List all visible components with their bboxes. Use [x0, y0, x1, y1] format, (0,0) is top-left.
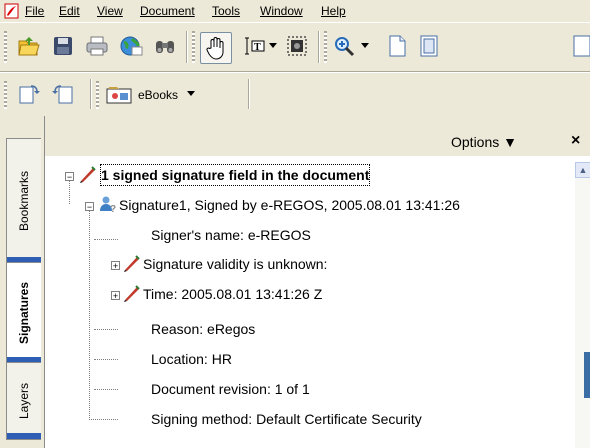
signatures-panel: Options ▼ × − 1 signed signature field i… — [44, 116, 590, 448]
hand-tool-icon[interactable] — [200, 32, 232, 64]
menu-tools[interactable]: Tools — [212, 4, 240, 18]
tree-root-label[interactable]: 1 signed signature field in the document — [99, 164, 371, 186]
menu-file[interactable]: File — [25, 4, 44, 18]
menu-edit[interactable]: Edit — [59, 4, 80, 18]
main-toolbar: T — [0, 22, 590, 72]
toolbar-grip[interactable] — [96, 81, 99, 109]
expand-toggle[interactable]: + — [111, 261, 120, 271]
toolbar-grip[interactable] — [192, 31, 195, 63]
signature-location: Location: HR — [151, 351, 232, 367]
signature-reason: Reason: eRegos — [151, 321, 256, 337]
scroll-up-icon[interactable]: ▲ — [575, 162, 590, 178]
close-panel-button[interactable]: × — [571, 132, 580, 150]
signature-user-icon: ? — [100, 196, 116, 213]
svg-text:?: ? — [110, 204, 116, 213]
signer-name: Signer's name: e-REGOS — [151, 227, 311, 243]
collapse-toggle[interactable]: − — [85, 202, 94, 212]
toolbar-separator — [186, 31, 188, 63]
adobe-reader-icon — [4, 3, 19, 19]
print-icon[interactable] — [84, 33, 110, 59]
vertical-scrollbar[interactable]: ▲ — [575, 162, 590, 448]
tree-connector — [89, 206, 90, 418]
document-revision: Document revision: 1 of 1 — [151, 381, 310, 397]
toolbar-grip[interactable] — [324, 31, 327, 63]
tab-layers[interactable]: Layers — [6, 362, 41, 440]
search-binoculars-icon[interactable] — [152, 33, 178, 59]
collapse-toggle[interactable]: − — [65, 172, 74, 182]
tree-connector — [94, 239, 118, 240]
rotate-left-icon[interactable] — [50, 81, 76, 107]
options-menu-button[interactable]: Options ▼ — [451, 134, 517, 150]
toolbar-separator — [318, 31, 320, 63]
menu-bar: File Edit View Document Tools Window Hel… — [0, 0, 590, 22]
background-window-edge — [584, 352, 590, 398]
expand-toggle[interactable]: + — [111, 291, 120, 301]
menu-help[interactable]: Help — [321, 4, 346, 18]
signature-tree: − 1 signed signature field in the docume… — [55, 162, 590, 448]
panel-header: Options ▼ × — [45, 116, 590, 156]
tree-connector — [94, 389, 118, 390]
fit-width-icon[interactable] — [572, 33, 590, 59]
menu-window[interactable]: Window — [260, 4, 303, 18]
ebooks-icon[interactable] — [106, 81, 132, 107]
select-text-icon[interactable]: T — [242, 33, 268, 59]
signature-entry[interactable]: Signature1, Signed by e-REGOS, 2005.08.0… — [119, 195, 460, 215]
signature-pen-icon — [80, 166, 96, 183]
secondary-toolbar: eBooks — [0, 72, 590, 118]
signature-pen-icon — [124, 285, 140, 302]
menu-document[interactable]: Document — [140, 4, 195, 18]
snapshot-icon[interactable] — [284, 33, 310, 59]
ebooks-label[interactable]: eBooks — [138, 88, 178, 102]
save-icon[interactable] — [50, 33, 76, 59]
tree-connector — [94, 359, 118, 360]
toolbar-grip[interactable] — [4, 81, 7, 109]
chevron-down-icon[interactable] — [266, 33, 280, 59]
toolbar-grip[interactable] — [4, 31, 7, 63]
rotate-right-icon[interactable] — [16, 81, 42, 107]
toolbar-separator — [90, 79, 92, 109]
signature-validity[interactable]: Signature validity is unknown: — [143, 254, 327, 274]
navigation-tabs: Bookmarks Signatures Layers — [0, 116, 44, 448]
actual-size-page-icon[interactable] — [384, 33, 410, 59]
tab-signatures[interactable]: Signatures — [6, 262, 41, 364]
svg-text:T: T — [254, 42, 261, 53]
signing-method: Signing method: Default Certificate Secu… — [151, 411, 422, 427]
email-globe-icon[interactable] — [118, 33, 144, 59]
tab-bookmarks[interactable]: Bookmarks — [6, 138, 41, 264]
zoom-in-icon[interactable] — [332, 33, 358, 59]
fit-page-icon[interactable] — [416, 33, 442, 59]
tab-stripe — [7, 433, 41, 439]
toolbar-separator — [248, 79, 250, 109]
chevron-down-icon[interactable] — [358, 33, 372, 59]
signature-time[interactable]: Time: 2005.08.01 13:41:26 Z — [143, 284, 322, 304]
open-icon[interactable] — [16, 33, 42, 59]
chevron-down-icon[interactable] — [184, 81, 198, 107]
menu-view[interactable]: View — [97, 4, 123, 18]
signature-pen-icon — [124, 255, 140, 272]
tree-connector — [89, 419, 118, 420]
tree-connector — [94, 329, 118, 330]
